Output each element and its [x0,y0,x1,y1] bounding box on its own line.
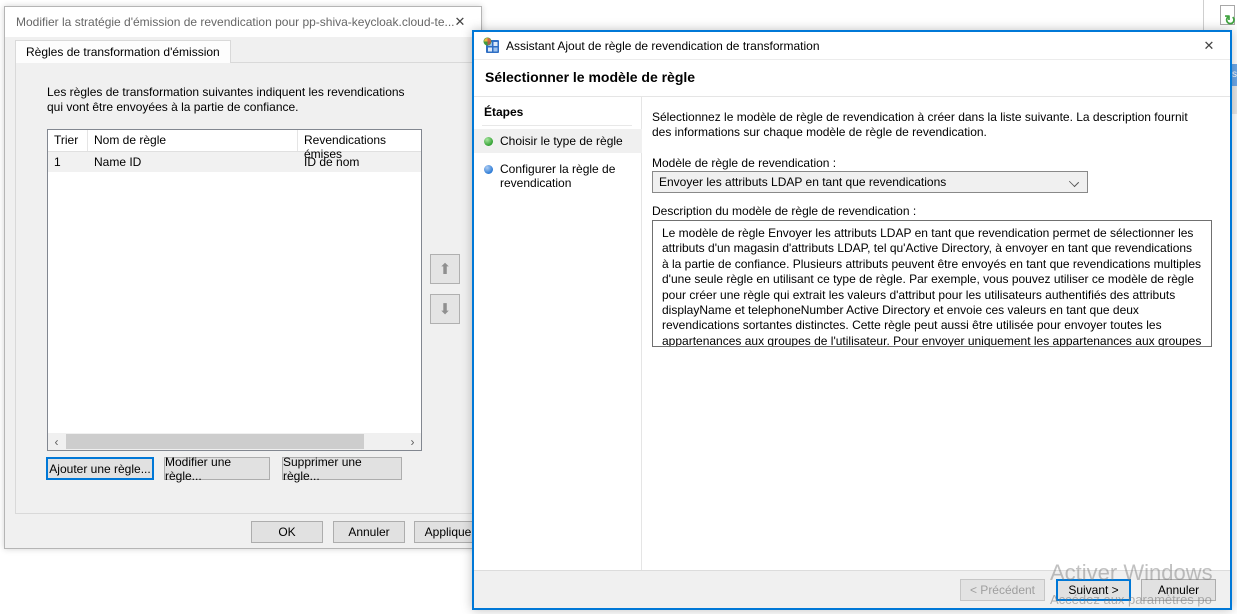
template-description-box: Le modèle de règle Envoyer les attributs… [652,220,1212,347]
arrow-up-icon: ⬆ [439,260,452,278]
ok-button[interactable]: OK [251,521,323,543]
arrow-down-icon: ⬇ [439,300,452,318]
cell-rule-name: Name ID [88,152,298,172]
dialog-titlebar: Modifier la stratégie d'émission de reve… [5,7,481,37]
console-pane-divider [1203,0,1204,30]
column-header-order[interactable]: Trier [48,130,88,151]
scrollbar-thumb[interactable] [66,434,364,449]
desktop: ↻ s Modifier la stratégie d'émission de … [0,0,1237,614]
tab-issuance-transform-rules[interactable]: Règles de transformation d'émission [15,40,231,63]
next-button[interactable]: Suivant > [1056,579,1131,601]
add-transform-claim-rule-wizard: Assistant Ajout de règle de revendicatio… [472,30,1232,610]
background-panel-sliver [1232,86,1237,114]
dialog-title: Modifier la stratégie d'émission de reve… [16,15,455,29]
rules-table: Trier Nom de règle Revendications émises… [47,129,422,451]
column-header-rule-name[interactable]: Nom de règle [88,130,298,151]
cell-order: 1 [48,152,88,172]
steps-separator [482,125,632,126]
column-header-issued-claims[interactable]: Revendications émises [298,130,421,151]
remove-rule-button[interactable]: Supprimer une règle... [282,457,402,480]
wizard-titlebar: Assistant Ajout de règle de revendicatio… [474,32,1230,60]
step-pending-bullet-icon [484,165,493,174]
tab-page: Les règles de transformation suivantes i… [15,62,477,514]
refresh-arrow-icon: ↻ [1224,14,1236,26]
steps-panel: Étapes Choisir le type de règle Configur… [474,97,642,574]
template-description-label: Description du modèle de règle de revend… [652,204,916,218]
scroll-left-icon[interactable]: ‹ [48,433,65,450]
edit-claim-issuance-policy-dialog: Modifier la stratégie d'émission de reve… [4,6,482,549]
step-label: Configurer la règle de revendication [500,162,615,190]
move-rule-up-button[interactable]: ⬆ [430,254,460,284]
close-icon[interactable]: ✕ [447,11,473,33]
step-active-bullet-icon [484,137,493,146]
wizard-cancel-button[interactable]: Annuler [1141,579,1216,601]
refresh-icon[interactable]: ↻ [1220,5,1235,25]
horizontal-scrollbar[interactable]: ‹ › [48,433,421,450]
wizard-page-heading: Sélectionner le modèle de règle [485,69,695,85]
claim-rule-template-label: Modèle de règle de revendication : [652,156,836,170]
background-selected-item-sliver: s [1232,64,1237,86]
wizard-footer: < Précédent Suivant > Annuler [474,570,1230,608]
selected-template-value: Envoyer les attributs LDAP en tant que r… [659,175,946,189]
wizard-title: Assistant Ajout de règle de revendicatio… [506,39,820,53]
chevron-down-icon [1069,177,1079,187]
table-row[interactable]: 1 Name ID ID de nom [48,152,421,172]
rules-table-header: Trier Nom de règle Revendications émises [48,130,421,152]
step-configure-claim-rule: Configurer la règle de revendication [474,157,642,195]
scroll-right-icon[interactable]: › [404,433,421,450]
steps-header: Étapes [484,105,523,119]
rules-intro-text: Les règles de transformation suivantes i… [47,85,409,115]
edit-rule-button[interactable]: Modifier une règle... [164,457,270,480]
adfs-wizard-icon [483,37,500,54]
add-rule-button[interactable]: Ajouter une règle... [46,457,154,480]
step-label: Choisir le type de règle [500,134,623,148]
cell-issued-claims: ID de nom [298,152,421,172]
wizard-intro-text: Sélectionnez le modèle de règle de reven… [652,110,1208,140]
claim-rule-template-select[interactable]: Envoyer les attributs LDAP en tant que r… [652,171,1088,193]
move-rule-down-button[interactable]: ⬇ [430,294,460,324]
close-icon[interactable]: ✕ [1194,34,1224,58]
step-choose-rule-type: Choisir le type de règle [474,129,642,153]
cancel-button[interactable]: Annuler [333,521,405,543]
previous-button[interactable]: < Précédent [960,579,1045,601]
